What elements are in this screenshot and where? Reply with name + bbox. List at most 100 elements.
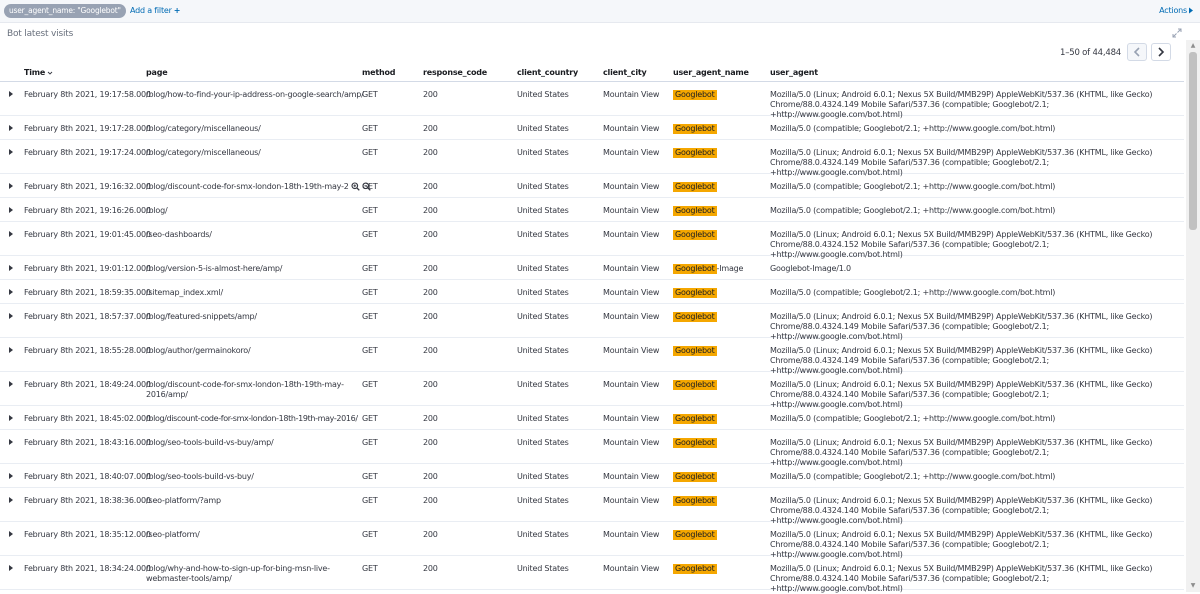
cell-method: GET (362, 288, 378, 297)
expand-row-icon[interactable] (9, 347, 13, 353)
cell-page: /blog/author/germainokoro/ (146, 346, 251, 355)
cell-user-agent: Mozilla/5.0 (compatible; Googlebot/2.1; … (770, 414, 1056, 423)
cell-user-agent-name: Googlebot (673, 230, 717, 240)
cell-response-code: 200 (423, 414, 438, 423)
expand-row-icon[interactable] (9, 565, 13, 571)
column-header-client-city[interactable]: client_city (603, 68, 647, 77)
table-row: February 8th 2021, 18:59:35.000 /sitemap… (0, 280, 1184, 304)
column-header-page[interactable]: page (146, 68, 168, 77)
scroll-down-arrow-icon[interactable]: ▼ (1189, 582, 1197, 590)
actions-button[interactable]: Actions (1159, 4, 1194, 18)
cell-user-agent: Mozilla/5.0 (compatible; Googlebot/2.1; … (770, 288, 1056, 297)
scroll-thumb[interactable] (1189, 52, 1197, 230)
cell-time: February 8th 2021, 19:17:58.000 (24, 90, 151, 99)
cell-client-city: Mountain View (603, 90, 660, 99)
cell-method: GET (362, 230, 378, 239)
cell-time: February 8th 2021, 19:16:26.000 (24, 206, 151, 215)
expand-row-icon[interactable] (9, 231, 13, 237)
column-header-response-code[interactable]: response_code (423, 68, 487, 77)
table-row: February 8th 2021, 18:45:02.000 /blog/di… (0, 406, 1184, 430)
column-header-method[interactable]: method (362, 68, 396, 77)
cell-user-agent-name: Googlebot (673, 124, 717, 134)
expand-row-icon[interactable] (9, 473, 13, 479)
table-row: February 8th 2021, 18:57:37.000 /blog/fe… (0, 304, 1184, 341)
cell-response-code: 200 (423, 496, 438, 505)
expand-row-icon[interactable] (9, 207, 13, 213)
highlight-match: Googlebot (673, 230, 717, 240)
cell-user-agent-name: Googlebot (673, 90, 717, 100)
table-row: February 8th 2021, 18:43:16.000 /blog/se… (0, 430, 1184, 467)
cell-user-agent-name: Googlebot (673, 496, 717, 506)
pager-count: 1–50 of 44,484 (1060, 48, 1122, 58)
expand-row-icon[interactable] (9, 415, 13, 421)
cell-response-code: 200 (423, 230, 438, 239)
table-row: February 8th 2021, 18:55:28.000 /blog/au… (0, 338, 1184, 375)
expand-row-icon[interactable] (9, 531, 13, 537)
highlight-match: Googlebot (673, 124, 717, 134)
add-filter-button[interactable]: Add a filter + (130, 4, 180, 18)
cell-page: /blog/discount-code-for-smx-london-18th-… (146, 380, 344, 399)
expand-row-icon[interactable] (9, 149, 13, 155)
table-row: February 8th 2021, 19:16:26.000 /blog/ G… (0, 198, 1184, 222)
highlight-match: Googlebot (673, 346, 717, 356)
cell-time: February 8th 2021, 19:17:28.000 (24, 124, 151, 133)
cell-method: GET (362, 472, 378, 481)
zoom-in-icon[interactable] (351, 182, 360, 191)
table-row: February 8th 2021, 19:17:28.000 /blog/ca… (0, 116, 1184, 140)
cell-client-country: United States (517, 182, 569, 191)
scroll-up-arrow-icon[interactable]: ▲ (1189, 42, 1197, 50)
cell-response-code: 200 (423, 564, 438, 573)
column-header-user-agent[interactable]: user_agent (770, 68, 818, 77)
cell-time: February 8th 2021, 18:59:35.000 (24, 288, 151, 297)
table-body: February 8th 2021, 19:17:58.000 /blog/ho… (0, 82, 1184, 593)
cell-user-agent: Mozilla/5.0 (compatible; Googlebot/2.1; … (770, 182, 1056, 191)
cell-time: February 8th 2021, 18:45:02.000 (24, 414, 151, 423)
cell-user-agent-name: Googlebot -Image (673, 264, 743, 274)
cell-response-code: 200 (423, 380, 438, 389)
highlight-match: Googlebot (673, 438, 717, 448)
highlight-match: Googlebot (673, 264, 717, 274)
cell-method: GET (362, 312, 378, 321)
cell-user-agent: Mozilla/5.0 (compatible; Googlebot/2.1; … (770, 472, 1056, 481)
cell-client-country: United States (517, 312, 569, 321)
expand-row-icon[interactable] (9, 289, 13, 295)
table-row: February 8th 2021, 19:01:45.000 /seo-das… (0, 222, 1184, 259)
previous-page-button[interactable] (1127, 43, 1147, 61)
column-header-client-country[interactable]: client_country (517, 68, 578, 77)
filter-pill[interactable]: user_agent_name: "Googlebot" (4, 4, 126, 18)
cell-response-code: 200 (423, 264, 438, 273)
column-header-user-agent-name[interactable]: user_agent_name (673, 68, 749, 77)
next-page-button[interactable] (1151, 43, 1171, 61)
cell-client-country: United States (517, 230, 569, 239)
sort-descending-icon[interactable] (47, 70, 53, 76)
expand-row-icon[interactable] (9, 313, 13, 319)
cell-client-country: United States (517, 438, 569, 447)
expand-row-icon[interactable] (9, 381, 13, 387)
cell-method: GET (362, 182, 378, 191)
expand-row-icon[interactable] (9, 91, 13, 97)
column-header-time[interactable]: Time (24, 68, 53, 77)
expand-row-icon[interactable] (9, 439, 13, 445)
cell-response-code: 200 (423, 312, 438, 321)
cell-time: February 8th 2021, 18:55:28.000 (24, 346, 151, 355)
table-row: February 8th 2021, 18:49:24.000 /blog/di… (0, 372, 1184, 409)
cell-user-agent-name: Googlebot (673, 564, 717, 574)
vertical-scrollbar[interactable]: ▲ ▼ (1186, 40, 1200, 592)
cell-user-agent-name: Googlebot (673, 288, 717, 298)
cell-client-country: United States (517, 124, 569, 133)
panel-title: Bot latest visits (7, 29, 74, 39)
expand-row-icon[interactable] (9, 125, 13, 131)
table-row: February 8th 2021, 19:17:24.000 /blog/ca… (0, 140, 1184, 177)
cell-client-country: United States (517, 346, 569, 355)
expand-row-icon[interactable] (9, 497, 13, 503)
cell-client-city: Mountain View (603, 414, 660, 423)
cell-method: GET (362, 564, 378, 573)
caret-right-icon (1189, 7, 1193, 14)
chevron-right-icon (1158, 47, 1165, 57)
cell-response-code: 200 (423, 148, 438, 157)
cell-client-city: Mountain View (603, 564, 660, 573)
fullscreen-icon[interactable] (1172, 28, 1182, 38)
expand-row-icon[interactable] (9, 265, 13, 271)
expand-row-icon[interactable] (9, 183, 13, 189)
cell-client-country: United States (517, 530, 569, 539)
